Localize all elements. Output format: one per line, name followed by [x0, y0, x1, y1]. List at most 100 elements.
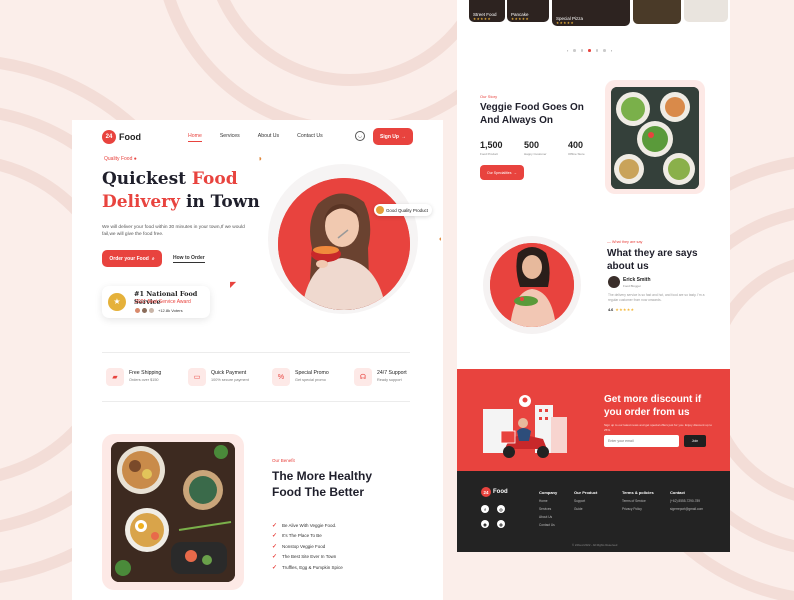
menu-card[interactable]: Street Food ★★★★★ [469, 0, 505, 22]
discount-banner: Get more discount if you order from us S… [457, 369, 730, 471]
chat-icon[interactable]: ◉ [481, 520, 489, 528]
menu-card[interactable] [684, 0, 728, 22]
nav-link-contact[interactable]: Contact Us [297, 133, 323, 139]
logo-badge: 24 [102, 130, 116, 144]
benefit-list: ✓ Be Alive With Veggie Food. ✓ It's The Pl… [272, 520, 343, 573]
truck-icon: ▰ [106, 368, 124, 386]
chevron-left-icon[interactable]: ‹ [567, 48, 568, 53]
delivery-scooter-illustration [483, 395, 567, 458]
footer-link[interactable]: Services [539, 507, 557, 515]
nav-link-services[interactable]: Services [220, 133, 240, 139]
carousel-dot[interactable] [580, 49, 584, 52]
feature-title: Quick Payment [211, 370, 247, 376]
logo-text: Food [119, 132, 141, 142]
signup-button[interactable]: Sign Up → [373, 128, 413, 145]
list-item: ✓ The Best Site Ever In Town [272, 552, 343, 563]
hero-title-word2: Food [191, 169, 238, 189]
carousel-dot[interactable] [603, 49, 606, 52]
order-food-button[interactable]: Order your Food ⌕ [102, 250, 162, 267]
veggie-food-photo [611, 87, 699, 189]
join-button[interactable]: Join [684, 435, 706, 447]
signup-label: Sign Up [380, 133, 399, 140]
feature-free-shipping: ▰ Free Shipping Orders over $150 [106, 368, 161, 388]
food-bowls-illustration [111, 442, 235, 582]
copyright-text: © 24food 2022 - All Rights Reserved [572, 543, 618, 547]
hero-title-word3: Delivery [102, 192, 181, 212]
footer-link[interactable]: Support [574, 499, 597, 507]
nav-link-home[interactable]: Home [188, 133, 202, 142]
brand-logo[interactable]: 24 Food [102, 130, 141, 144]
hero-title: Quickest Food Delivery in Town [102, 168, 272, 214]
list-item: ✓ Nonstop Veggie Food [272, 541, 343, 552]
specialities-label: Our Specialities [486, 170, 512, 175]
star-rating-icon: ★★★★★ [615, 308, 635, 312]
quality-badge: Good Quality Product [374, 204, 432, 216]
search-icon: ⌕ [151, 255, 155, 262]
feature-quick-payment: ▭ Quick Payment 100% secure payment [188, 368, 249, 388]
hero-title-word1: Quickest [102, 169, 186, 189]
carousel-dot[interactable] [573, 49, 576, 52]
list-item-text: It's The Place To Be [282, 533, 322, 539]
landing-page-left: 24 Food Home Services About Us Contact U… [72, 120, 443, 600]
girl-eating-illustration [278, 178, 410, 310]
check-icon: ✓ [272, 564, 278, 571]
veggie-title: Veggie Food Goes On And Always On [480, 101, 590, 127]
review-text: The delivery service is so fast and hot,… [608, 293, 705, 302]
veggie-plates-illustration [611, 87, 699, 189]
email-field[interactable] [604, 435, 679, 447]
footer-column-heading: Our Product [574, 490, 598, 495]
list-item-text: Nonstop Veggie Food [282, 543, 326, 549]
footer-contact-email[interactable]: sigerreport@gmail.com [670, 507, 703, 515]
bag-icon[interactable]: ◡ [355, 131, 365, 141]
footer-column-heading: Contact [670, 490, 685, 495]
carousel-dot[interactable] [588, 49, 591, 52]
menu-card[interactable] [633, 0, 681, 24]
instagram-icon[interactable]: ◎ [497, 505, 505, 513]
divider [102, 352, 410, 353]
chevron-right-icon[interactable]: › [611, 48, 612, 53]
footer-link[interactable]: Home [539, 499, 557, 507]
logo-text: Food [493, 489, 508, 495]
specialities-button[interactable]: Our Specialities → [480, 165, 524, 180]
dribbble-icon[interactable]: ◍ [497, 520, 505, 528]
check-icon: ✓ [272, 543, 278, 550]
divider [102, 401, 410, 402]
award-subtitle: 2021 Best Service Award [135, 299, 191, 305]
pizza-icon: ◤ [230, 280, 237, 289]
avatar [608, 276, 620, 288]
feature-subtitle: Ready support [377, 378, 402, 382]
discount-description: Sign up to our latest news and get speci… [604, 423, 713, 432]
menu-carousel: Street Food ★★★★★ Pancake ★★★★★ Special … [457, 0, 730, 26]
testimonial-tag: — What they are say [607, 240, 643, 244]
menu-card[interactable]: Special Pizza ★★★★★ [552, 0, 630, 26]
reviewer-name: Erick Smith [623, 277, 651, 283]
stat-number: 500 [524, 140, 540, 150]
facebook-icon[interactable]: f [481, 505, 489, 513]
feature-subtitle: Get special promo [295, 378, 326, 382]
footer-logo[interactable]: 24 Food [481, 487, 508, 497]
menu-card[interactable]: Pancake ★★★★★ [507, 0, 549, 22]
medal-icon: ★ [108, 293, 126, 311]
footer-link[interactable]: About Us [539, 515, 557, 523]
check-icon: ✓ [272, 522, 278, 529]
hero-tag: Quality Food ● [104, 156, 137, 162]
footer-link[interactable]: Terms of Service [622, 499, 654, 507]
how-to-order-link[interactable]: How to Order [173, 255, 205, 263]
veggie-tag: Our Story [480, 94, 498, 99]
footer-link[interactable]: Contact Us [539, 523, 557, 531]
top-navbar: 24 Food Home Services About Us Contact U… [102, 128, 414, 150]
stats-row: 1,500 Food Product 500 Happy Customer 40… [480, 140, 612, 156]
footer-contact-phone[interactable]: (+62) 8555-7290-789 [670, 499, 703, 507]
footer-column-product: Our Product Support Guide [574, 490, 597, 515]
nav-link-about[interactable]: About Us [258, 133, 279, 139]
footer-column-contact: Contact (+62) 8555-7290-789 sigerreport@… [670, 490, 703, 515]
footer-link[interactable]: Privacy Policy [622, 507, 654, 515]
carousel-dot[interactable] [595, 49, 599, 52]
testimonial-image-girl-salad [490, 243, 574, 327]
footer-link[interactable]: Guide [574, 507, 597, 515]
footer-column-company: Company Home Services About Us Contact U… [539, 490, 557, 531]
stat-number: 1,500 [480, 140, 503, 150]
feature-title: Special Promo [295, 370, 329, 376]
avatar [142, 308, 147, 313]
star-rating-icon: ★★★★★ [473, 17, 492, 21]
